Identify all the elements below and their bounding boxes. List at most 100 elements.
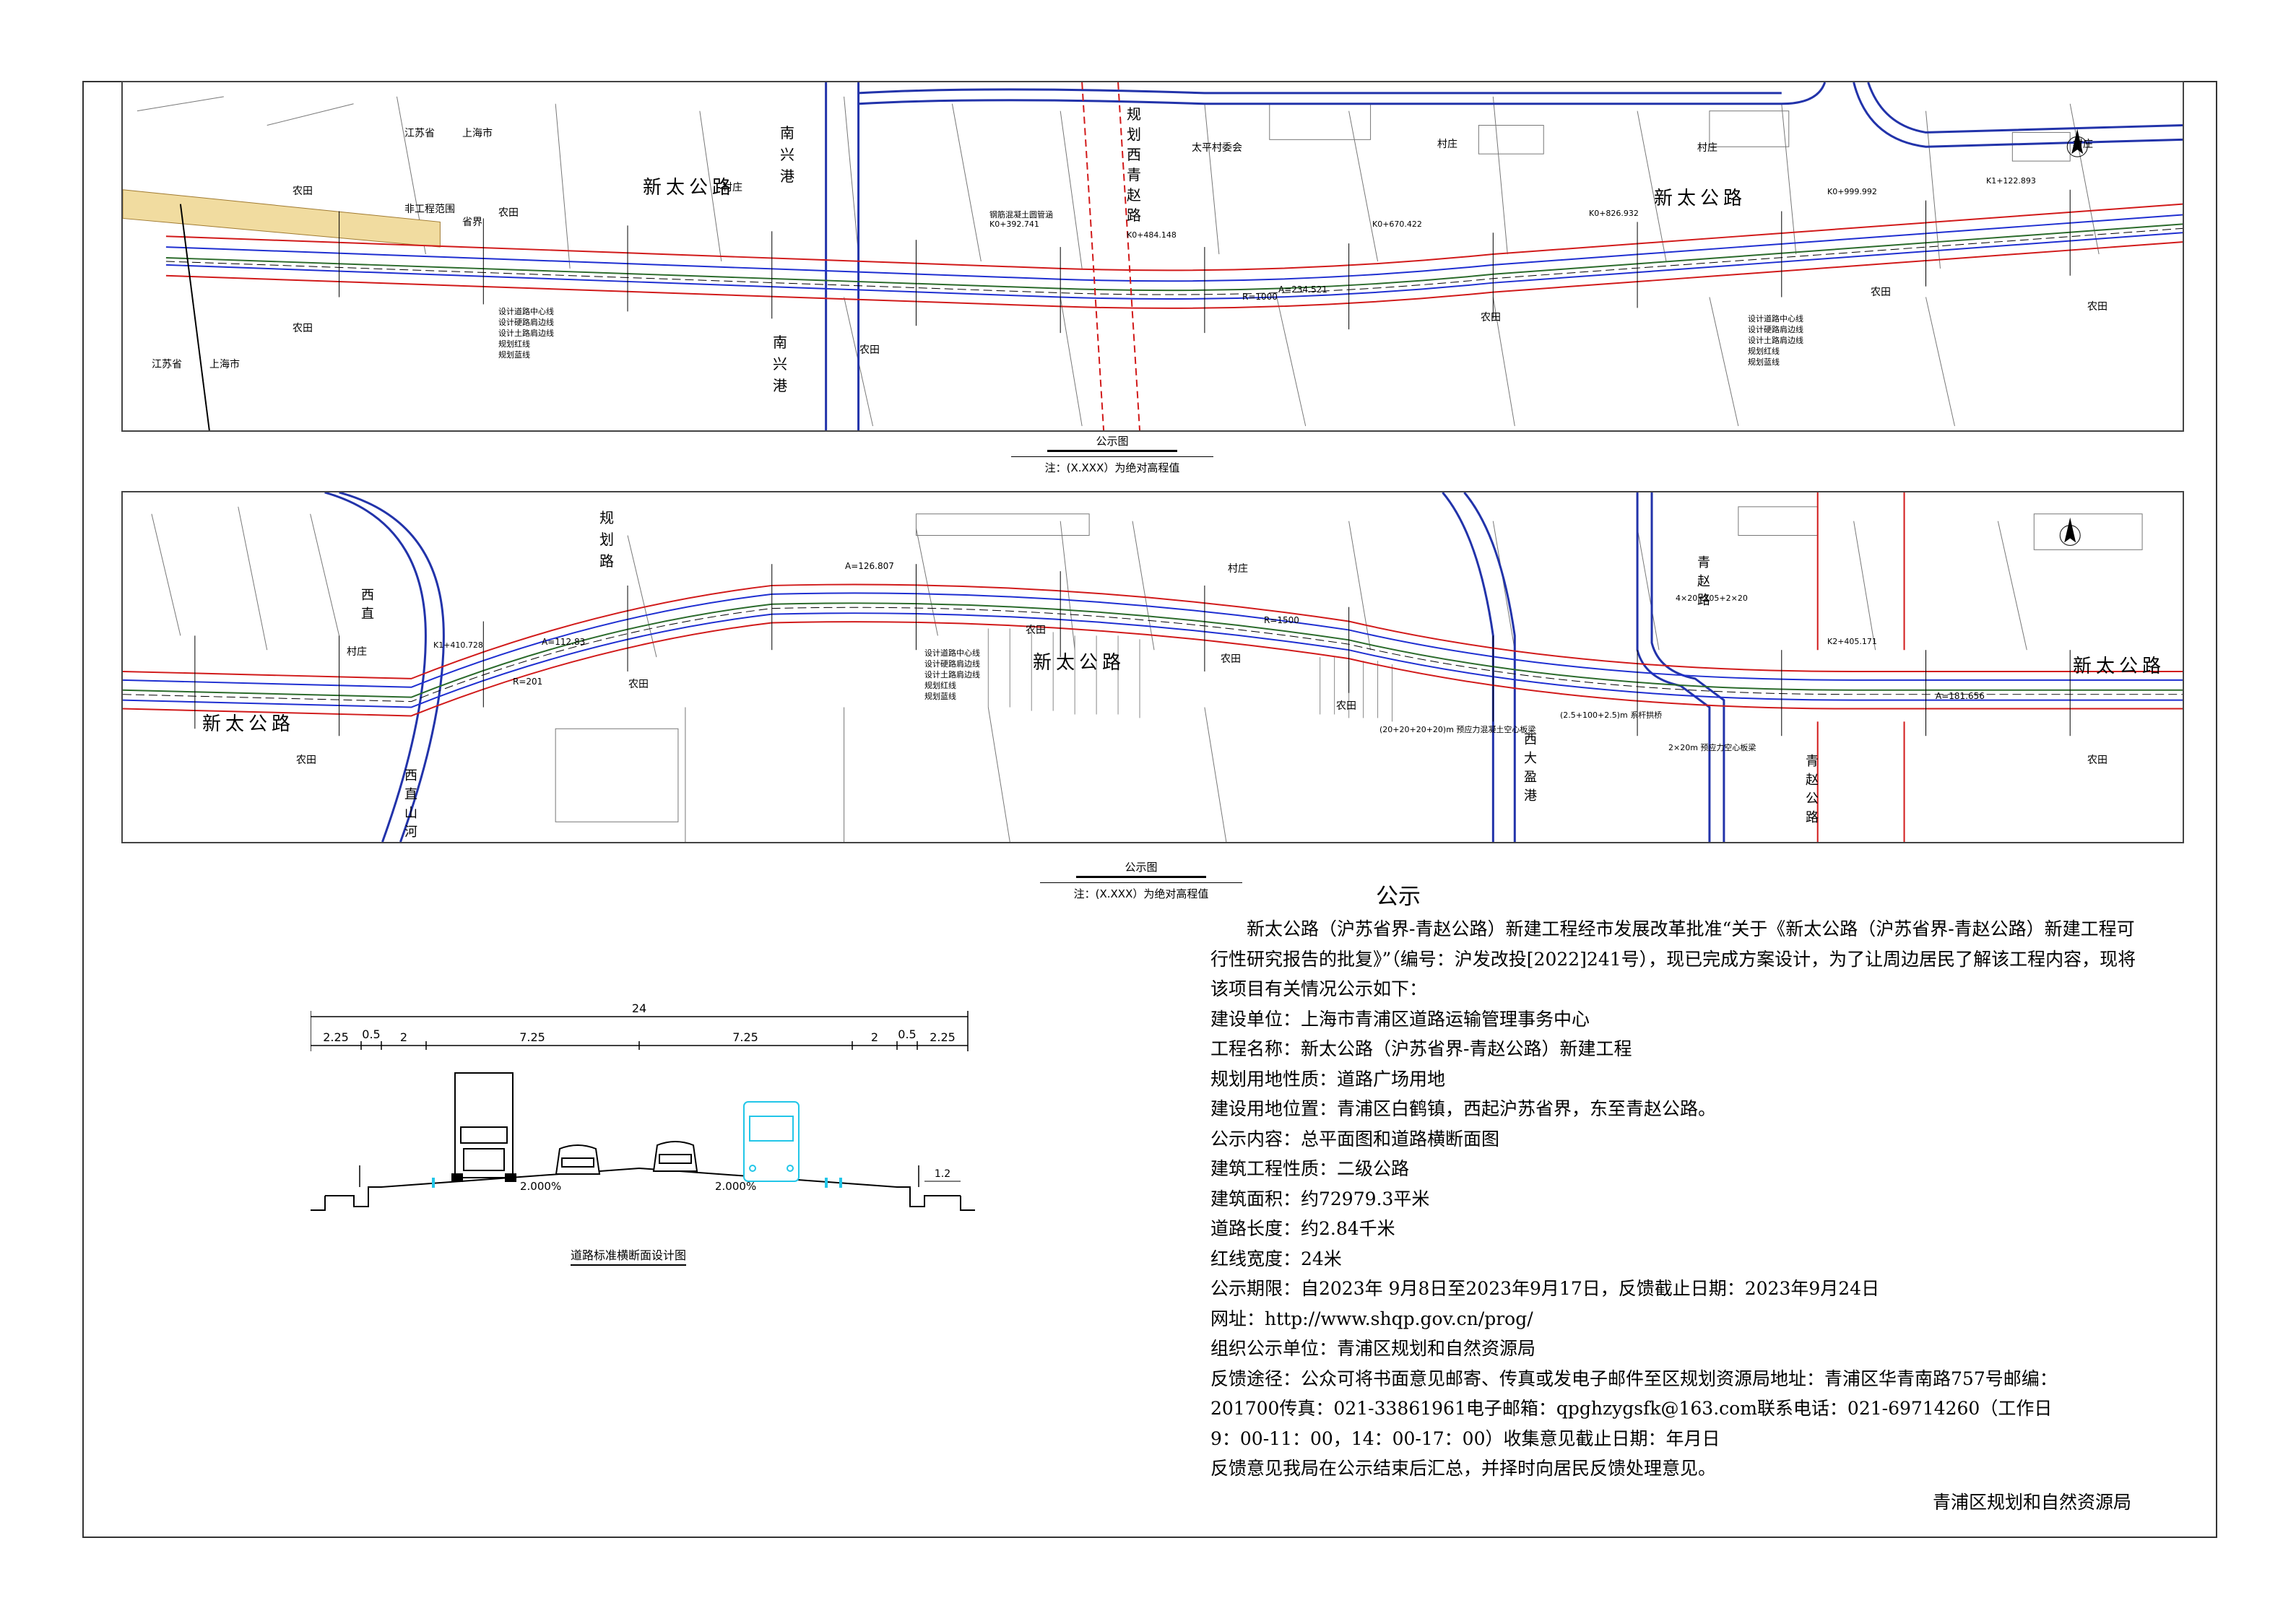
ditch-width: 1.2 bbox=[935, 1168, 950, 1180]
map1-village-3: 村庄 bbox=[1697, 142, 1717, 154]
section-total-width: 24 bbox=[632, 1001, 646, 1015]
map2-farmland-3: 农田 bbox=[1026, 625, 1046, 636]
notice-title: 公示 bbox=[1376, 884, 1421, 910]
map2-drawing bbox=[123, 492, 2183, 842]
map2-river-west-label: 西直山河 bbox=[404, 768, 417, 840]
section-dim-1: 2.25 bbox=[323, 1030, 349, 1044]
map1-road-label-1: 新太公路 bbox=[643, 177, 736, 199]
notice-line: 公示期限：自2023年 9月8日至2023年9月17日，反馈截止日期：2023年… bbox=[1210, 1278, 1880, 1299]
map2-farmland-4: 农田 bbox=[1221, 653, 1241, 665]
map2-farmland-6: 农田 bbox=[2087, 755, 2107, 766]
cross-section-title: 道路标准横断面设计图 bbox=[571, 1246, 687, 1266]
map1-chainage-2: K0+484.148 bbox=[1127, 230, 1177, 240]
map2-legend-item: 规划蓝线 bbox=[924, 692, 956, 701]
map1-shanghai-label-2: 上海市 bbox=[209, 359, 240, 370]
car-icon-2 bbox=[652, 1141, 698, 1172]
non-project-area bbox=[123, 189, 441, 248]
map1-farmland-7: 农田 bbox=[2087, 301, 2107, 313]
map1-chainage-6: K1+122.893 bbox=[1986, 176, 2036, 186]
map1-chainage-5: K0+999.992 bbox=[1827, 187, 1877, 196]
map2-bridge-1: (20+20+20+20)m 预应力混凝土空心板梁 bbox=[1379, 725, 1536, 734]
map2-station-r1: R=1500 bbox=[1264, 615, 1299, 625]
map2-legend-item: 设计土路肩边线 bbox=[924, 670, 980, 679]
notice-website[interactable]: 网址：http://www.shqp.gov.cn/prog/ bbox=[1210, 1304, 2149, 1334]
section-dim-4: 7.25 bbox=[519, 1030, 545, 1044]
map2-bridge-4: 2×20m 预应力空心板梁 bbox=[1668, 743, 1756, 752]
map2-road-label-2: 新太公路 bbox=[1033, 652, 1126, 674]
cross-section-drawing: 24 2.25 0.5 2 7.25 7.25 2 0.5 2.25 2.000… bbox=[310, 1001, 975, 1211]
map2-farmland-2: 农田 bbox=[628, 679, 649, 690]
truck-icon bbox=[451, 1072, 516, 1182]
map1-jiangsu-label: 江苏省 bbox=[404, 128, 435, 139]
car-icon bbox=[555, 1144, 601, 1175]
map1-station-r: R=1000 bbox=[1242, 292, 1278, 302]
map2-station-a2: A=112.83 bbox=[542, 637, 586, 647]
map2-legend-item: 设计道路中心线 bbox=[924, 648, 980, 658]
map2-qingzhao-highway-label: 青赵公路 bbox=[1806, 754, 1819, 825]
map2-parcels bbox=[151, 506, 2143, 842]
notice-line: 9：00-11：00，14：00-17：00）收集意见截止日期：年月日 bbox=[1210, 1427, 1720, 1449]
notice-intro: 新太公路（沪苏省界-青赵公路）新建工程经市发展改革批准“关于《新太公路（沪苏省界… bbox=[1210, 918, 2136, 999]
map2-planned-road-label: 规划路 bbox=[599, 509, 614, 570]
section-dim-6: 2 bbox=[871, 1030, 878, 1044]
map1-river-label-1: 南兴港 bbox=[780, 124, 794, 185]
notice-line: 反馈意见我局在公示结束后汇总，并择时向居民反馈处理意见。 bbox=[1210, 1458, 1717, 1479]
map1-farmland-2: 农田 bbox=[293, 323, 313, 334]
notice-line: 规划用地性质：道路广场用地 bbox=[1210, 1068, 1446, 1090]
map1-non-project-label: 非工程范围 bbox=[404, 204, 455, 215]
map1-legend-item: 设计土路肩边线 bbox=[1748, 336, 1803, 345]
map1-chainage-4: K0+826.932 bbox=[1589, 209, 1639, 218]
section-dim-3: 2 bbox=[400, 1030, 407, 1044]
map1-village-4: 村庄 bbox=[2073, 139, 2093, 150]
bus-icon bbox=[743, 1101, 800, 1182]
site-plan-map-2: 新太公路 新太公路 新太公路 规划路 西直 西直山河 西大盈港 青赵路 青赵公路… bbox=[121, 491, 2184, 843]
map1-river-label-2: 南兴港 bbox=[773, 334, 787, 394]
map2-station-a1: A=126.807 bbox=[845, 561, 894, 571]
section-dim-2: 0.5 bbox=[362, 1027, 380, 1041]
map1-farmland-5: 农田 bbox=[1481, 312, 1501, 323]
map1-legend-item: 规划蓝线 bbox=[498, 350, 530, 360]
map1-parcels bbox=[137, 96, 2100, 427]
slope-right: 2.000% bbox=[715, 1180, 756, 1193]
map2-caption-title: 公示图 bbox=[1076, 859, 1206, 878]
map1-legend: 设计道路中心线 设计硬路肩边线 设计土路肩边线 规划红线 规划蓝线 bbox=[498, 306, 554, 360]
notice-line: 建设用地位置：青浦区白鹤镇，西起沪苏省界，东至青赵公路。 bbox=[1210, 1098, 1717, 1119]
map2-strip-area bbox=[987, 628, 1393, 722]
map2-rivers bbox=[324, 492, 1725, 842]
map1-planned-road-label: 规划西青赵路 bbox=[1127, 105, 1141, 224]
map2-village-1: 村庄 bbox=[347, 646, 367, 658]
map1-legend-item: 设计道路中心线 bbox=[498, 307, 554, 316]
map1-legend-item: 设计硬路肩边线 bbox=[1748, 325, 1803, 334]
map2-bridge-3: 4×20+105+2×20 bbox=[1676, 594, 1748, 603]
map2-cross-road bbox=[1816, 492, 1905, 842]
map1-legend-item: 规划红线 bbox=[498, 339, 530, 349]
public-notice: 公示 新太公路（沪苏省界-青赵公路）新建工程经市发展改革批准“关于《新太公路（沪… bbox=[1210, 882, 2149, 1513]
notice-line: 工程名称：新太公路（沪苏省界-青赵公路）新建工程 bbox=[1210, 1038, 1632, 1059]
map1-road-label-2: 新太公路 bbox=[1654, 188, 1747, 209]
notice-line: 道路长度：约2.84千米 bbox=[1210, 1218, 1395, 1239]
map2-station-r2: R=201 bbox=[513, 677, 543, 687]
map1-chainage-1: K0+392.741 bbox=[989, 220, 1039, 229]
dimension-lines bbox=[310, 1011, 969, 1051]
notice-line: 红线宽度：24米 bbox=[1210, 1248, 1342, 1269]
map1-legend-item: 规划蓝线 bbox=[1748, 357, 1780, 367]
map2-road-label-3: 新太公路 bbox=[2073, 656, 2166, 677]
map1-village-2: 村庄 bbox=[1437, 139, 1457, 150]
map1-legend-item: 设计土路肩边线 bbox=[498, 329, 554, 338]
map2-chainage-1: K1+410.728 bbox=[433, 640, 483, 650]
notice-line: 反馈途径：公众可将书面意见邮寄、传真或发电子邮件至区规划资源局地址：青浦区华青南… bbox=[1210, 1368, 2058, 1389]
road-cross-section: 24 2.25 0.5 2 7.25 7.25 2 0.5 2.25 2.000… bbox=[310, 1001, 975, 1275]
map1-chainage-ticks bbox=[339, 189, 2071, 334]
north-arrow-icon-2 bbox=[2059, 517, 2081, 546]
map1-legend-item: 设计硬路肩边线 bbox=[498, 318, 554, 327]
notice-line: 建设单位：上海市青浦区道路运输管理事务中心 bbox=[1210, 1008, 1590, 1030]
map1-caption: 公示图 注：(X.XXX）为绝对高程值 bbox=[1011, 433, 1213, 475]
map2-farmland-1: 农田 bbox=[296, 755, 316, 766]
map2-bridge-2: (2.5+100+2.5)m 系杆拱桥 bbox=[1560, 710, 1663, 720]
map2-chainage-2: K2+405.171 bbox=[1827, 637, 1877, 646]
section-dim-8: 2.25 bbox=[930, 1030, 956, 1044]
map2-road bbox=[123, 583, 2183, 717]
section-dim-5: 7.25 bbox=[732, 1030, 758, 1044]
map1-farmland-4: 农田 bbox=[859, 344, 880, 356]
section-dim-7: 0.5 bbox=[898, 1027, 916, 1041]
